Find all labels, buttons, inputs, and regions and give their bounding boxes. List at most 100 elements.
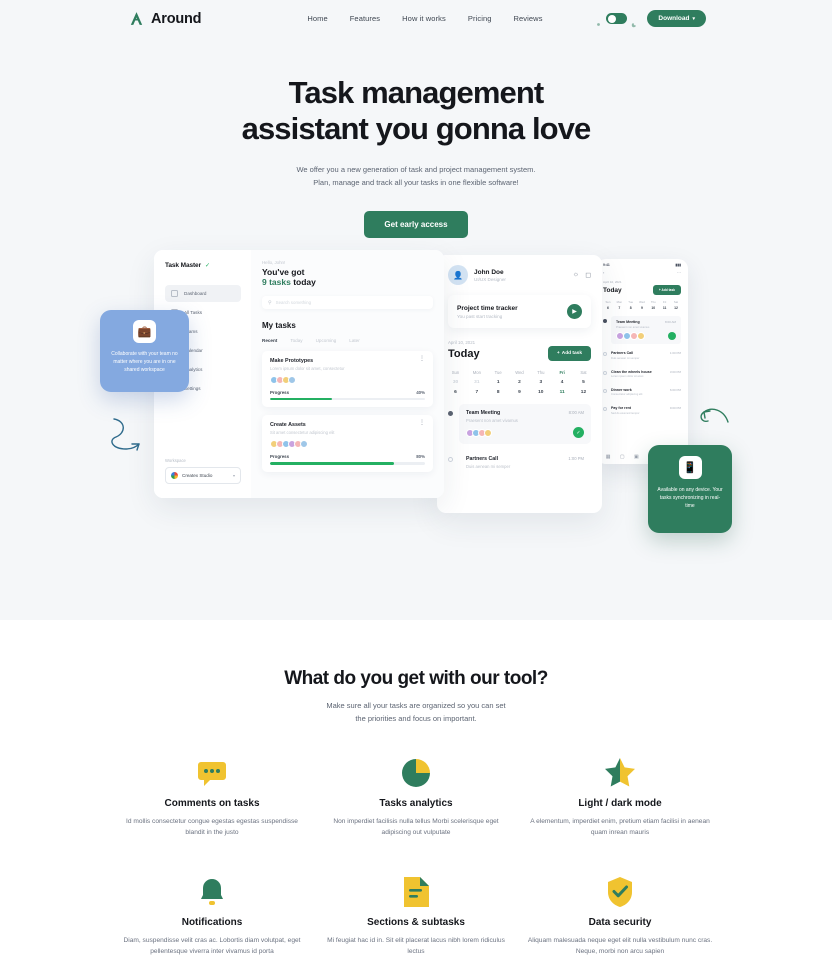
download-label: Download <box>658 15 690 22</box>
calendar-day[interactable]: 12 <box>576 390 591 395</box>
sync-tooltip-card: 📱 Available on any device. Your tasks sy… <box>648 445 732 533</box>
task-title: Create Assets <box>270 422 306 429</box>
phone-day[interactable]: 12 <box>671 306 681 310</box>
list-item[interactable]: Clean the wheels house 3:00 PM Lorem ips… <box>603 368 681 381</box>
phone-day[interactable]: 8 <box>626 306 636 310</box>
nav-link-features[interactable]: Features <box>350 14 380 23</box>
phone-status-time: 9:41 <box>603 263 610 267</box>
chevron-down-icon: ▾ <box>692 15 695 22</box>
list-item[interactable]: Team Meeting 8:00 AM Praesent non amet v… <box>603 316 681 345</box>
chart-icon[interactable]: ▣ <box>634 454 639 460</box>
phone-item-title: Partners Call <box>611 351 634 356</box>
progress-row: Progress 40% <box>270 390 425 395</box>
calendar-day[interactable]: 30 <box>448 380 463 385</box>
theme-switcher[interactable] <box>595 13 638 28</box>
tab-upcoming[interactable]: Upcoming <box>316 338 337 343</box>
tab-later[interactable]: Later <box>349 338 359 343</box>
pie-chart-icon <box>322 756 510 790</box>
list-item[interactable]: Dinner work 6:00 PM Consectetur adipisci… <box>603 386 681 399</box>
calendar-day[interactable]: 8 <box>491 390 506 395</box>
progress-row: Progress 80% <box>270 454 425 459</box>
check-icon[interactable]: ✓ <box>573 427 584 438</box>
feature-description: Non imperdiet facilisis nulla tellus Mor… <box>333 817 499 837</box>
phone-day[interactable]: 6 <box>603 306 613 310</box>
progress-bar <box>270 462 425 465</box>
grid-icon[interactable]: ▦ <box>606 454 611 460</box>
download-button[interactable]: Download ▾ <box>647 10 706 27</box>
phone-today-label: Today <box>603 286 622 294</box>
collaborate-tooltip-card: 💼 Collaborate with your team no matter w… <box>100 310 189 392</box>
workspace-dropdown[interactable]: Createx Studio ▾ <box>165 467 241 484</box>
workspace-selector[interactable]: Workspace Createx Studio ▾ <box>165 458 241 484</box>
nav-link-how-it-works[interactable]: How it works <box>402 14 446 23</box>
nav-link-pricing[interactable]: Pricing <box>468 14 492 23</box>
event-list: Team Meeting 8:00 AM Praesent non amet v… <box>448 404 591 475</box>
list-item[interactable]: Partners Call 1:00 PM Duis aenean mi sem… <box>448 450 591 475</box>
phone-item-desc: Consectetur adipiscing elit <box>611 393 643 397</box>
notification-bell-icon[interactable]: ☼ <box>573 271 579 279</box>
calendar-day[interactable]: 2 <box>512 380 527 385</box>
detail-date: April 10, 2021 <box>448 340 476 345</box>
collaborate-tooltip-text: Collaborate with your team no matter whe… <box>111 351 178 373</box>
task-card[interactable]: Make Prototypes Lorem ipsum dolor sit am… <box>262 351 433 408</box>
calendar-day[interactable]: 6 <box>448 390 463 395</box>
message-icon[interactable]: ◻ <box>585 271 591 279</box>
dashboard-icon <box>171 290 178 297</box>
phone-day[interactable]: 7 <box>614 306 624 310</box>
logo-icon <box>128 10 145 27</box>
add-task-button[interactable]: + Add task <box>547 346 591 361</box>
calendar-day[interactable]: 1 <box>491 380 506 385</box>
chevron-down-icon: ▾ <box>232 473 235 478</box>
theme-toggle[interactable] <box>606 13 628 24</box>
phone-weekday: Fri <box>663 300 667 304</box>
sidebar-item-dashboard[interactable]: Dashboard <box>165 285 241 302</box>
more-options-icon[interactable]: ⋮ <box>419 356 425 361</box>
search-input[interactable]: ⚲ Search something <box>262 296 433 309</box>
list-item[interactable]: Team Meeting 8:00 AM Praesent non amet v… <box>448 404 591 444</box>
phone-item-title: Pay for rent <box>611 406 631 411</box>
nav-link-home[interactable]: Home <box>307 14 327 23</box>
calendar-day-selected[interactable]: 11 <box>555 390 570 395</box>
avatar-group <box>466 428 492 437</box>
task-detail-panel: 👤 John Doe UI/UX Designer ☼ ◻ Project ti… <box>437 255 602 513</box>
calendar-day[interactable]: 9 <box>512 390 527 395</box>
calendar-day[interactable]: 5 <box>576 380 591 385</box>
calendar-icon[interactable]: ▢ <box>620 454 625 460</box>
get-early-access-button[interactable]: Get early access <box>364 210 468 238</box>
feature-description: Id mollis consectetur congue egestas ege… <box>126 817 298 837</box>
tab-today[interactable]: Today <box>290 338 302 343</box>
brand-logo[interactable]: Around <box>128 10 202 27</box>
phone-day[interactable]: 10 <box>648 306 658 310</box>
tab-recent[interactable]: Recent <box>262 338 277 343</box>
check-icon[interactable] <box>668 332 676 341</box>
calendar-day[interactable]: 10 <box>533 390 548 395</box>
event-desc: Duis aenean mi semper <box>466 464 511 469</box>
more-options-icon[interactable]: ⋮ <box>419 421 425 426</box>
more-icon[interactable]: ⋯ <box>677 270 681 275</box>
features-subtitle-line2: the priorities and focus on important. <box>355 713 477 723</box>
feature-name: Sections & subtasks <box>367 916 465 928</box>
phone-date: April 10, 2021 <box>603 280 622 284</box>
calendar-day[interactable]: 3 <box>533 380 548 385</box>
list-item[interactable]: Partners Call 1:00 PM Duis aenean mi sem… <box>603 349 681 362</box>
phone-status-bar: 9:41 ▮▮▮ <box>596 259 688 269</box>
phone-item-time: 3:00 PM <box>669 369 681 374</box>
play-button[interactable]: ▶ <box>567 304 582 319</box>
feature-name: Light / dark mode <box>578 797 662 809</box>
avatar-group <box>616 332 645 341</box>
calendar-day[interactable]: 7 <box>469 390 484 395</box>
avatar[interactable]: 👤 <box>448 265 468 285</box>
back-icon[interactable]: ‹ <box>603 270 604 275</box>
calendar-day[interactable]: 31 <box>469 380 484 385</box>
list-item[interactable]: Pay for rent 9:00 PM Sed do eiusmod temp… <box>603 404 681 417</box>
task-card[interactable]: Create Assets Sit amet consectetur adipi… <box>262 415 433 472</box>
nav-link-reviews[interactable]: Reviews <box>514 14 543 23</box>
calendar-day[interactable]: 4 <box>555 380 570 385</box>
phone-add-task-button[interactable]: + Add task <box>652 285 681 295</box>
hero-copy: Task management assistant you gonna love… <box>0 37 832 238</box>
phone-day[interactable]: 9 <box>637 306 647 310</box>
phone-day[interactable]: 11 <box>660 306 670 310</box>
top-navigation: Around Home Features How it works Pricin… <box>0 0 832 37</box>
event-title: Partners Call <box>466 456 499 462</box>
weekday-label-active: Fri <box>559 370 565 375</box>
